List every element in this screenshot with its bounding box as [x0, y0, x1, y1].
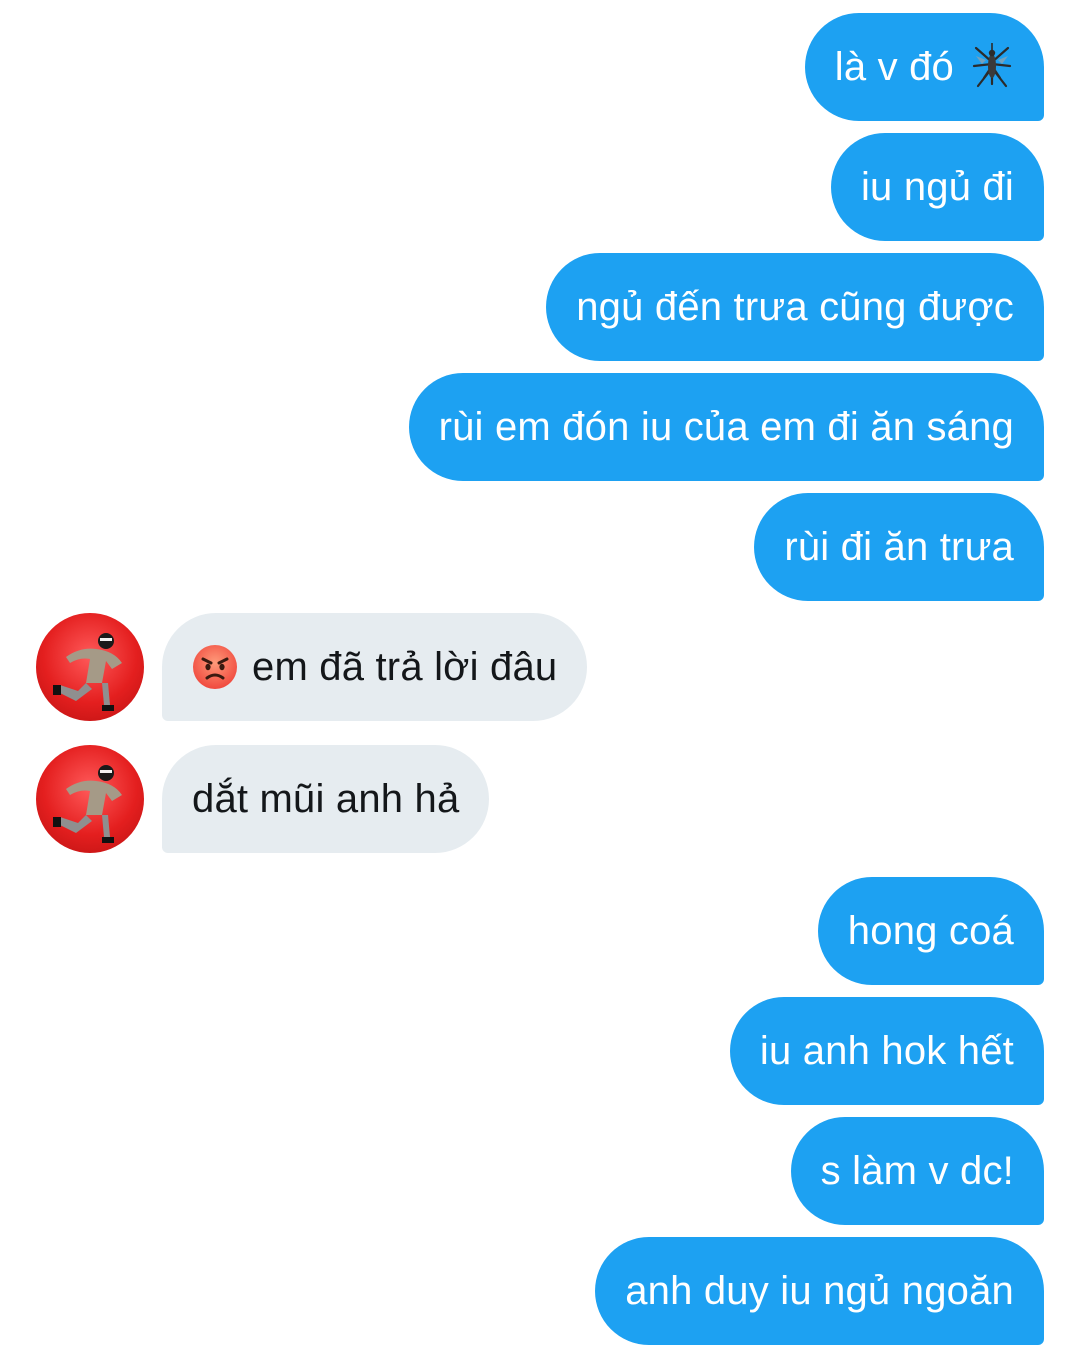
message-text: anh duy iu ngủ ngoăn	[625, 1268, 1014, 1313]
angry-face-icon	[192, 644, 238, 690]
message-bubble-outgoing[interactable]: rùi đi ăn trưa	[754, 493, 1044, 601]
message-bubble-outgoing[interactable]: là v đó	[804, 13, 1044, 121]
message-text: rùi em đón iu của em đi ăn sáng	[438, 404, 1014, 449]
message-bubble-incoming[interactable]: dắt mũi anh hả	[162, 745, 490, 853]
message-text: hong coá	[847, 908, 1014, 953]
avatar[interactable]	[36, 745, 144, 853]
message-text: là v đó	[834, 44, 954, 89]
message-text: ngủ đến trưa cũng được	[576, 284, 1014, 329]
message-bubble-outgoing[interactable]: iu ngủ đi	[830, 133, 1044, 241]
message-bubble-outgoing[interactable]: iu anh hok hết	[729, 997, 1044, 1105]
message-bubble-outgoing[interactable]: anh duy iu ngủ ngoăn	[595, 1237, 1044, 1345]
message-bubble-outgoing[interactable]: rùi em đón iu của em đi ăn sáng	[408, 373, 1044, 481]
message-text: s làm v dc!	[820, 1148, 1014, 1193]
mosquito-icon	[970, 42, 1014, 92]
message-text: em đã trả lời đâu	[252, 644, 558, 689]
message-text: iu anh hok hết	[759, 1028, 1014, 1073]
message-text: iu ngủ đi	[860, 164, 1014, 209]
avatar[interactable]	[36, 613, 144, 721]
message-bubble-outgoing[interactable]: ngủ đến trưa cũng được	[546, 253, 1044, 361]
message-text: dắt mũi anh hả	[192, 776, 460, 821]
message-bubble-incoming[interactable]: em đã trả lời đâu	[162, 613, 588, 721]
message-bubble-outgoing[interactable]: hong coá	[817, 877, 1044, 985]
message-bubble-outgoing[interactable]: s làm v dc!	[790, 1117, 1044, 1225]
message-text: rùi đi ăn trưa	[784, 524, 1014, 569]
